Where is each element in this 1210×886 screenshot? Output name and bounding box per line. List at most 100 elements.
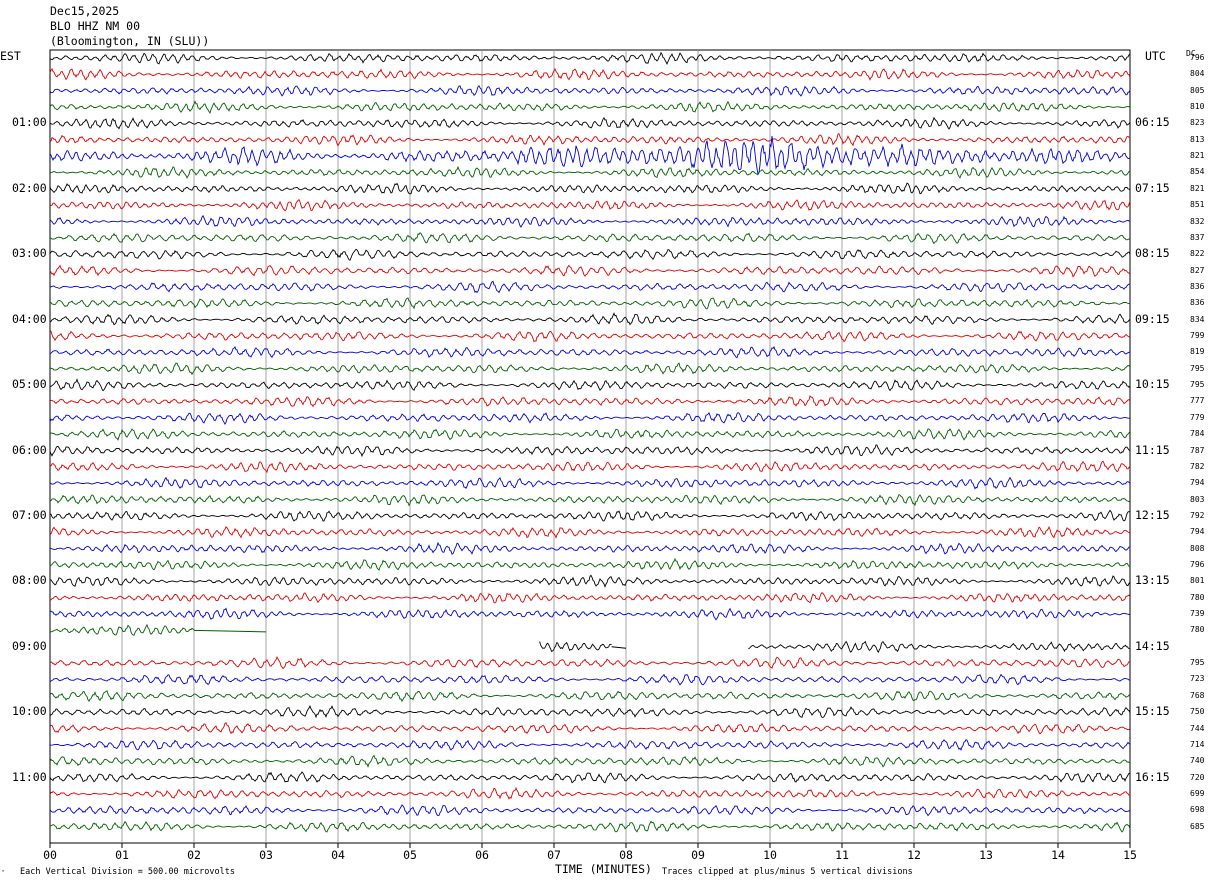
trace-line	[49, 330, 1131, 343]
row-dc-value: 698	[1190, 805, 1205, 815]
trace-line	[49, 739, 1131, 751]
row-dc-value: 805	[1190, 85, 1205, 95]
trace-line	[49, 804, 1131, 817]
x-tick-label: 05	[403, 848, 417, 862]
trace-line	[49, 182, 1131, 195]
row-dc-value: 794	[1190, 527, 1205, 537]
trace-line	[49, 51, 1131, 65]
trace-line	[49, 444, 1131, 458]
corner-mark-icon: ᐢ	[2, 869, 5, 876]
trace-line	[49, 248, 1131, 261]
trace-line	[49, 574, 1131, 588]
trace-line	[49, 592, 1131, 604]
trace-line	[49, 362, 1131, 376]
trace-line	[49, 133, 1131, 147]
trace-line	[49, 526, 1131, 539]
row-time-label-utc: 08:15	[1135, 246, 1170, 261]
row-dc-value: 796	[1190, 53, 1205, 62]
trace-line	[49, 116, 1131, 130]
trace-line	[49, 557, 1131, 571]
row-dc-value: 795	[1190, 658, 1205, 668]
trace-line	[49, 411, 1131, 426]
row-dc-value: 837	[1190, 232, 1205, 242]
row-dc-value: 787	[1190, 445, 1205, 455]
trace-line	[49, 297, 1131, 310]
x-axis-title: TIME (MINUTES)	[555, 862, 652, 876]
x-tick-label: 06	[475, 848, 489, 862]
x-tick-label: 12	[907, 848, 921, 862]
trace-line	[49, 494, 1131, 507]
row-dc-value: 714	[1190, 739, 1205, 749]
row-dc-value: 827	[1190, 265, 1205, 275]
row-time-label-est: 06:00	[12, 442, 47, 457]
trace-line	[49, 690, 1131, 703]
row-dc-value: 795	[1190, 380, 1205, 390]
row-dc-value: 782	[1190, 461, 1205, 471]
trace-line	[49, 100, 1131, 115]
row-dc-value: 819	[1190, 347, 1205, 357]
trace-line	[49, 67, 1131, 81]
trace-line	[49, 135, 1131, 176]
trace-line	[49, 85, 1131, 97]
row-dc-value: 780	[1190, 592, 1205, 602]
x-tick-label: 15	[1123, 848, 1137, 862]
row-time-label-utc: 16:15	[1135, 769, 1170, 784]
x-tick-label: 08	[619, 848, 633, 862]
row-dc-value: 795	[1190, 363, 1205, 373]
row-dc-value: 794	[1190, 478, 1205, 488]
trace-line	[49, 673, 1131, 686]
trace-line	[748, 640, 1130, 653]
row-time-label-est: 03:00	[12, 246, 47, 261]
trace-line	[49, 460, 1131, 474]
trace-line	[49, 346, 1131, 359]
x-tick-label: 04	[331, 848, 345, 862]
plot-frame	[49, 49, 1131, 844]
trace-line	[50, 655, 1131, 670]
row-time-label-est: 11:00	[12, 769, 47, 784]
row-time-label-utc: 11:15	[1135, 442, 1170, 457]
row-dc-value: 801	[1190, 576, 1205, 586]
row-dc-value: 836	[1190, 281, 1205, 291]
row-dc-value: 750	[1190, 707, 1205, 717]
seismogram-plot: 00 01 02 03 04 05 06 07 08 09 10 11 12 13 14 15	[43, 49, 1137, 862]
row-dc-value: 823	[1190, 118, 1205, 128]
trace-line	[49, 820, 1131, 833]
row-time-label-est: 10:00	[12, 704, 47, 719]
row-dc-value: 699	[1190, 788, 1205, 798]
trace-line	[49, 198, 1131, 212]
row-time-label-est: 09:00	[12, 638, 47, 653]
row-dc-value: 851	[1190, 200, 1205, 210]
row-time-label-est: 02:00	[12, 180, 47, 195]
row-dc-value: 822	[1190, 249, 1205, 259]
scale-note: Each Vertical Division = 500.00 microvol…	[20, 867, 235, 877]
x-tick-label: 14	[1051, 848, 1065, 862]
row-time-label-utc: 06:15	[1135, 115, 1170, 130]
trace-line	[49, 771, 1131, 784]
trace-line	[49, 607, 1131, 621]
row-dc-value: 777	[1190, 396, 1205, 406]
row-dc-value: 832	[1190, 216, 1205, 226]
row-time-label-est: 01:00	[12, 115, 47, 130]
row-dc-value: 779	[1190, 412, 1205, 422]
x-tick-label: 07	[547, 848, 561, 862]
row-dc-value: 768	[1190, 690, 1205, 700]
x-tick-label: 00	[43, 848, 57, 862]
row-dc-value: 739	[1190, 609, 1205, 619]
row-dc-value: 813	[1190, 134, 1205, 144]
row-dc-value: 796	[1190, 559, 1205, 569]
row-dc-value: 720	[1190, 772, 1205, 782]
trace-line	[49, 754, 1131, 768]
row-time-label-est: 08:00	[12, 573, 47, 588]
trace-line	[49, 509, 1131, 522]
row-dc-value: 810	[1190, 102, 1205, 112]
row-time-label-est: 07:00	[12, 507, 47, 522]
trace-line	[49, 428, 1131, 441]
row-dc-value: 803	[1190, 494, 1205, 504]
x-tick-label: 01	[115, 848, 129, 862]
row-dc-value: 854	[1190, 167, 1205, 177]
row-time-label-utc: 09:15	[1135, 311, 1170, 326]
row-dc-value: 821	[1190, 151, 1205, 161]
row-dc-value: 723	[1190, 674, 1205, 684]
trace-line	[49, 264, 1131, 278]
row-time-label-est: 05:00	[12, 377, 47, 392]
